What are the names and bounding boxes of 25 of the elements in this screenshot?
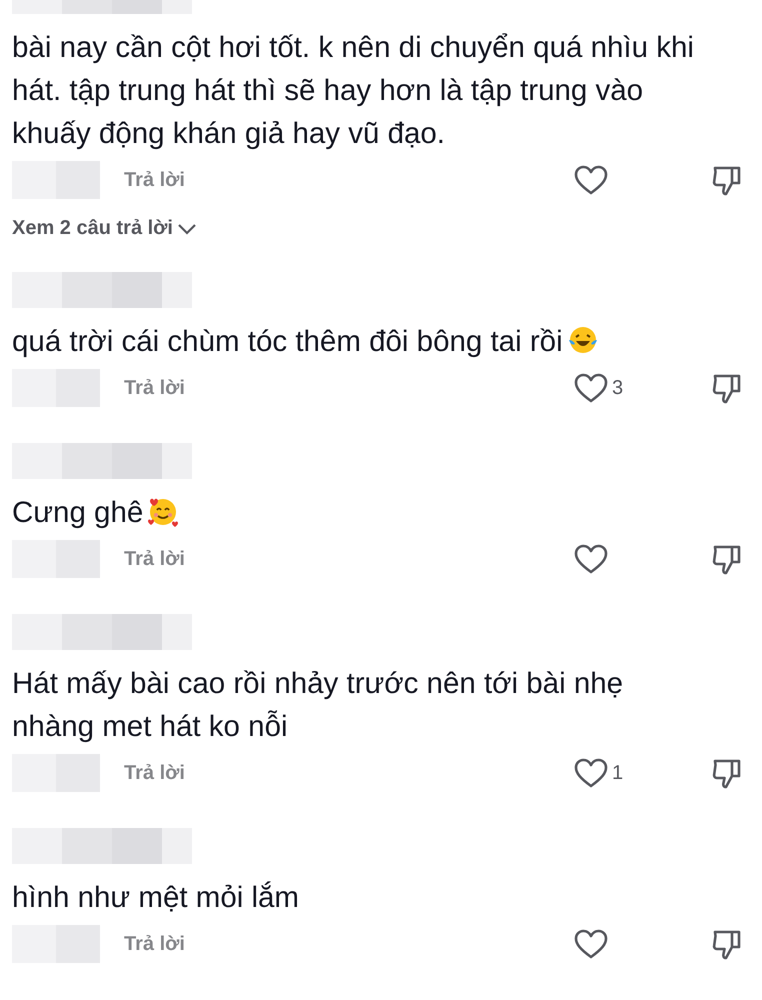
reply-link[interactable]: Trả lời	[124, 168, 185, 192]
like-count: 3	[612, 376, 624, 400]
heart-icon[interactable]	[574, 373, 608, 403]
comment-text: bài nay cần cột hơi tốt. k nên di chuyển quá nhìu khi hát. tập trung hát thì sẽ hay hơn là tập trung vào khuấy động khán giả hay vũ đạo.	[12, 30, 695, 152]
view-replies-button[interactable]: Xem 2 câu trả lời	[12, 217, 197, 240]
like-count: 1	[612, 762, 624, 784]
reply-link[interactable]: Trả lời	[124, 932, 185, 956]
thumbs-down-icon[interactable]	[712, 543, 742, 575]
comment-text: hình như mệt mỏi lắm	[12, 880, 300, 916]
reply-link[interactable]: Trả lời	[124, 762, 185, 784]
laughing-emoji-icon	[566, 324, 599, 356]
heart-icon[interactable]	[574, 165, 608, 195]
reply-link[interactable]: Trả lời	[124, 376, 185, 400]
comment-text: Cưng ghê	[12, 491, 712, 534]
thumbs-down-icon[interactable]	[712, 928, 742, 960]
thumbs-down-icon[interactable]	[712, 757, 742, 789]
comment-text: Hát mấy bài cao rồi nhảy trước nên tới bài nhẹ nhàng met hát ko nỗi	[12, 666, 624, 745]
heart-icon[interactable]	[574, 758, 608, 788]
heart-icon[interactable]	[574, 544, 608, 574]
chevron-down-icon	[176, 222, 197, 234]
thumbs-down-icon[interactable]	[712, 164, 742, 196]
reply-link[interactable]: Trả lời	[124, 548, 185, 570]
thumbs-down-icon[interactable]	[712, 372, 742, 404]
heart-icon[interactable]	[574, 929, 608, 959]
comment-text: quá trời cái chùm tóc thêm đôi bông tai rồi	[12, 320, 712, 363]
